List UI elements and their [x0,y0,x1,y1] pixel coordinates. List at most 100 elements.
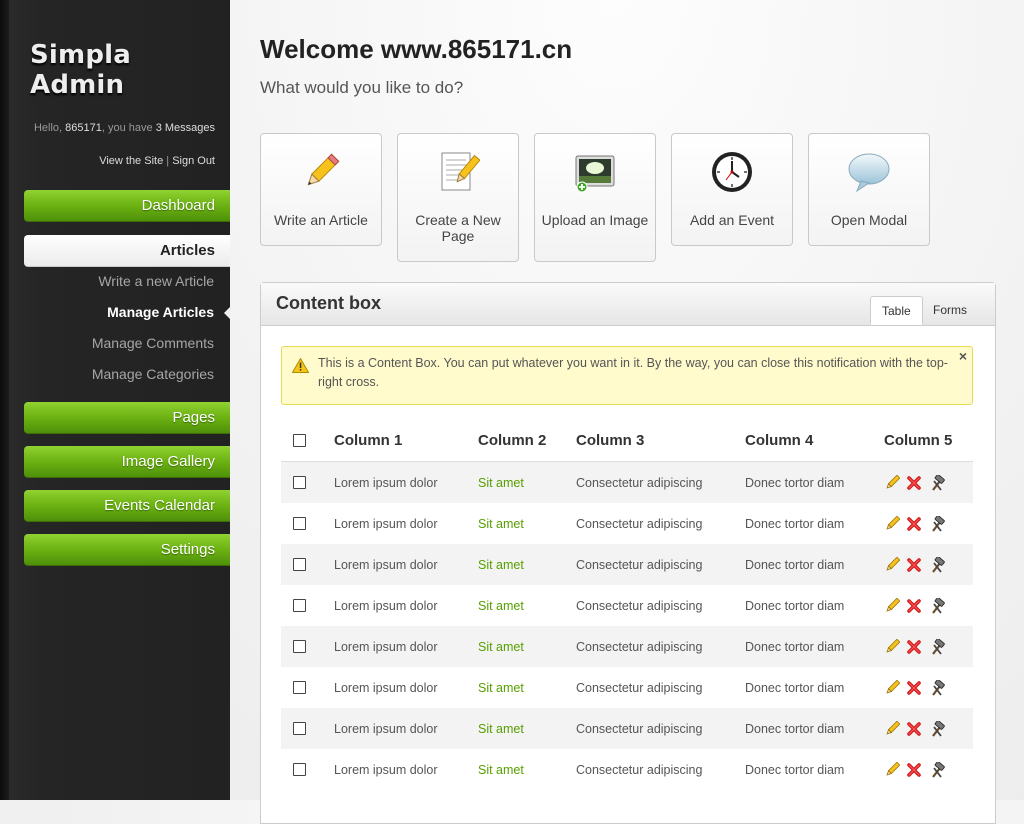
row-checkbox[interactable] [293,681,306,694]
hammer-icon[interactable] [929,638,945,655]
cell-column-2: Sit amet [478,503,576,544]
subnav-manage-comments[interactable]: Manage Comments [92,335,214,351]
edit-pencil-icon[interactable] [884,679,900,696]
column-2-link[interactable]: Sit amet [478,517,524,531]
close-icon[interactable]: × [959,348,967,364]
cell-actions [884,708,973,749]
logo[interactable]: Simpla Admin [30,40,230,100]
hammer-icon[interactable] [929,474,945,491]
tab-table[interactable]: Table [870,296,923,325]
cell-column-4: Donec tortor diam [745,762,845,777]
shortcut-open-modal[interactable]: Open Modal [808,133,930,246]
subnav-manage-articles[interactable]: Manage Articles [107,304,214,320]
cell-column-3: Consectetur adipiscing [576,721,703,736]
cell-column-4: Donec tortor diam [745,516,845,531]
column-header[interactable]: Column 2 [478,419,576,462]
row-checkbox[interactable] [293,722,306,735]
hammer-icon[interactable] [929,761,945,778]
delete-cross-icon[interactable] [906,721,922,737]
nav-image-gallery[interactable]: Image Gallery [24,446,230,478]
nav-articles[interactable]: Articles [24,235,230,267]
column-2-link[interactable]: Sit amet [478,640,524,654]
content-box-title: Content box [276,293,381,313]
cell-column-3: Consectetur adipiscing [576,762,703,777]
username: 865171 [65,122,102,134]
column-2-link[interactable]: Sit amet [478,599,524,613]
row-checkbox[interactable] [293,476,306,489]
nav-events-calendar[interactable]: Events Calendar [24,490,230,522]
column-header[interactable]: Column 3 [576,419,745,462]
row-checkbox[interactable] [293,640,306,653]
delete-cross-icon[interactable] [906,762,922,778]
view-site-link[interactable]: View the Site [99,155,163,167]
shortcut-create-page[interactable]: Create a New Page [397,133,519,262]
delete-cross-icon[interactable] [906,680,922,696]
select-all-checkbox[interactable] [293,433,306,447]
delete-cross-icon[interactable] [906,639,922,655]
hammer-icon[interactable] [929,720,945,737]
delete-cross-icon[interactable] [906,557,922,573]
tab-forms[interactable]: Forms [922,296,978,325]
hammer-icon[interactable] [929,515,945,532]
column-2-link[interactable]: Sit amet [478,763,524,777]
cell-column-1: Lorem ipsum dolor [334,639,438,654]
row-checkbox-cell [281,708,334,749]
hammer-icon[interactable] [929,556,945,573]
cell-column-2: Sit amet [478,626,576,667]
edit-pencil-icon[interactable] [884,720,900,737]
cell-column-1: Lorem ipsum dolor [334,516,438,531]
delete-cross-icon[interactable] [906,516,922,532]
cell-actions [884,462,973,504]
edit-pencil-icon[interactable] [884,474,900,491]
shortcut-add-event[interactable]: Add an Event [671,133,793,246]
hammer-icon[interactable] [929,679,945,696]
cell-column-3: Consectetur adipiscing [576,680,703,695]
hammer-icon[interactable] [929,597,945,614]
cell-column-3: Consectetur adipiscing [576,557,703,572]
cell-actions [884,626,973,667]
edit-pencil-icon[interactable] [884,638,900,655]
column-2-link[interactable]: Sit amet [478,722,524,736]
cell-column-2: Sit amet [478,708,576,749]
table-row: Lorem ipsum dolor Sit amet Consectetur a… [281,708,973,749]
row-checkbox[interactable] [293,558,306,571]
column-header[interactable]: Column 1 [334,419,478,462]
cell-column-2: Sit amet [478,462,576,504]
row-checkbox[interactable] [293,763,306,776]
sign-out-link[interactable]: Sign Out [172,155,215,167]
row-checkbox[interactable] [293,599,306,612]
delete-cross-icon[interactable] [906,598,922,614]
table-row: Lorem ipsum dolor Sit amet Consectetur a… [281,503,973,544]
nav-dashboard[interactable]: Dashboard [24,190,230,222]
column-2-link[interactable]: Sit amet [478,681,524,695]
column-2-link[interactable]: Sit amet [478,558,524,572]
cell-actions [884,585,973,626]
shortcut-upload-image[interactable]: Upload an Image [534,133,656,262]
edit-pencil-icon[interactable] [884,761,900,778]
clock-icon [712,152,752,192]
shortcut-write-article[interactable]: Write an Article [260,133,382,246]
table-row: Lorem ipsum dolor Sit amet Consectetur a… [281,544,973,585]
subnav-write-article[interactable]: Write a new Article [98,273,214,289]
content-box: Content box Table Forms This is a Conten… [260,282,996,824]
subnav-manage-categories[interactable]: Manage Categories [92,366,214,382]
edit-pencil-icon[interactable] [884,556,900,573]
edit-pencil-icon[interactable] [884,515,900,532]
nav-settings[interactable]: Settings [24,534,230,566]
column-header[interactable]: Column 4 [745,419,884,462]
messages-link[interactable]: 3 Messages [156,122,215,134]
column-2-link[interactable]: Sit amet [478,476,524,490]
delete-cross-icon[interactable] [906,475,922,491]
cell-actions [884,503,973,544]
nav-pages[interactable]: Pages [24,402,230,434]
cell-column-2: Sit amet [478,585,576,626]
row-checkbox-cell [281,667,334,708]
cell-column-4: Donec tortor diam [745,721,845,736]
cell-column-4: Donec tortor diam [745,598,845,613]
edit-pencil-icon[interactable] [884,597,900,614]
shortcut-label: Write an Article [274,212,368,228]
table-row: Lorem ipsum dolor Sit amet Consectetur a… [281,461,973,504]
row-checkbox-cell [281,462,334,504]
column-header[interactable]: Column 5 [884,419,973,462]
row-checkbox[interactable] [293,517,306,530]
